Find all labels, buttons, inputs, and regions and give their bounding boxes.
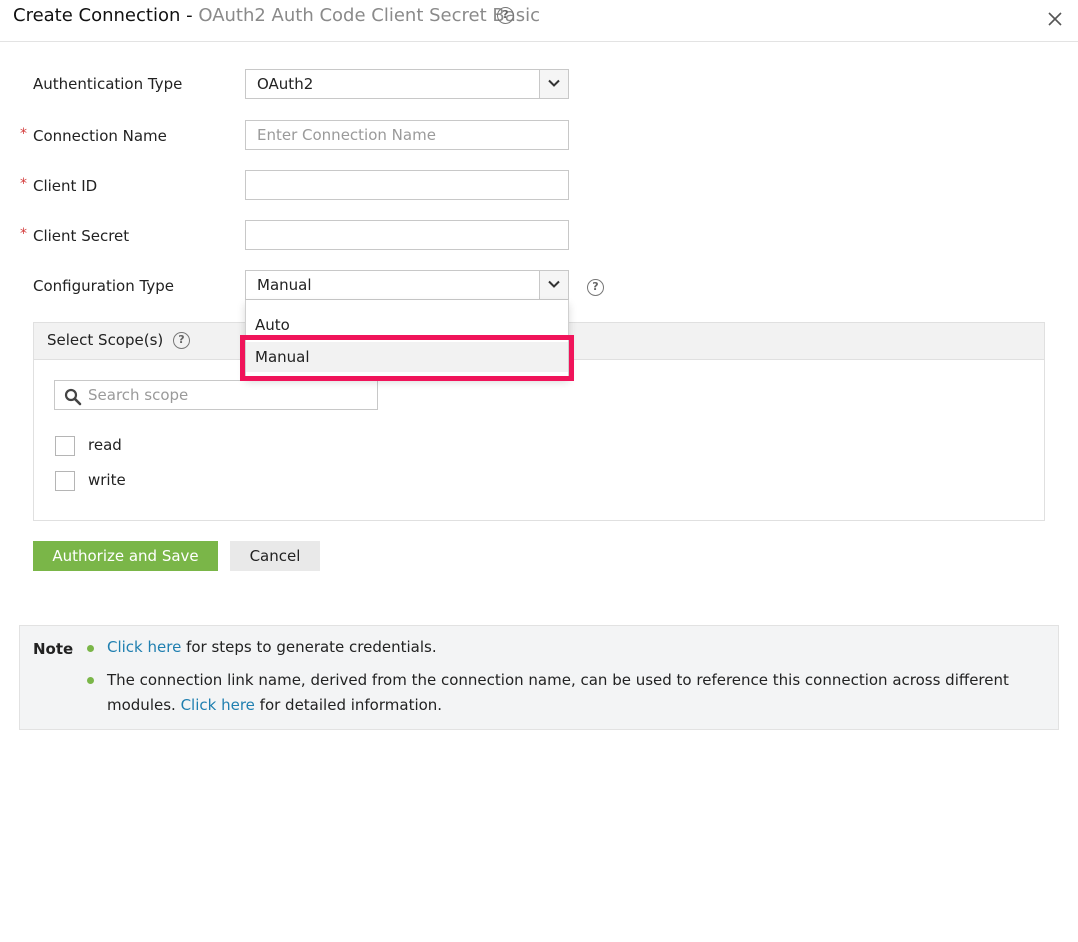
chevron-down-icon: [548, 79, 560, 87]
note-line-1: Click here for steps to generate credent…: [107, 638, 437, 656]
connection-name-label: Connection Name: [33, 127, 167, 145]
scope-search-input[interactable]: [88, 381, 374, 409]
client-id-input[interactable]: [245, 170, 569, 200]
config-type-value: Manual: [257, 276, 312, 294]
title-separator: -: [180, 5, 199, 26]
config-type-help-icon[interactable]: ?: [587, 279, 604, 296]
dialog-title: Create Connection - OAuth2 Auth Code Cli…: [13, 5, 540, 26]
note-panel: Note Click here for steps to generate cr…: [19, 625, 1059, 730]
connection-name-input[interactable]: [245, 120, 569, 150]
note-line-2b: modules. Click here for detailed informa…: [107, 696, 442, 714]
note-line-1-text: for steps to generate credentials.: [181, 638, 437, 656]
scope-checkbox-read[interactable]: [55, 436, 75, 456]
note-line-2a: The connection link name, derived from t…: [107, 671, 1009, 689]
scope-title: Select Scope(s): [47, 331, 164, 349]
note-line-2b-prefix: modules.: [107, 696, 181, 714]
search-icon: [64, 388, 82, 406]
config-type-dropdown-button[interactable]: [539, 271, 568, 299]
required-asterisk: *: [20, 126, 27, 142]
title-main: Create Connection: [13, 5, 181, 26]
title-subtitle: OAuth2 Auth Code Client Secret Basic: [198, 5, 541, 26]
bullet-icon: [87, 645, 94, 652]
details-help-link[interactable]: Click here: [181, 696, 255, 714]
auth-type-dropdown-button[interactable]: [539, 70, 568, 98]
credentials-help-link[interactable]: Click here: [107, 638, 181, 656]
client-secret-label: Client Secret: [33, 227, 130, 245]
scope-label-read: read: [88, 436, 122, 454]
config-type-select[interactable]: Manual: [245, 270, 569, 300]
required-asterisk: *: [20, 176, 27, 192]
scope-label-write: write: [88, 471, 126, 489]
bullet-icon: [87, 677, 94, 684]
dropdown-option-auto[interactable]: Auto: [246, 310, 568, 340]
scope-search-box[interactable]: [54, 380, 378, 410]
question-circle-icon[interactable]: ?: [497, 7, 514, 24]
config-type-label: Configuration Type: [33, 277, 174, 295]
authorize-and-save-button[interactable]: Authorize and Save: [33, 541, 218, 571]
note-line-2b-suffix: for detailed information.: [254, 696, 443, 714]
dialog-header: Create Connection - OAuth2 Auth Code Cli…: [0, 0, 1078, 42]
required-asterisk: *: [20, 226, 27, 242]
dropdown-option-manual[interactable]: Manual: [246, 342, 568, 372]
auth-type-select[interactable]: OAuth2: [245, 69, 569, 99]
auth-type-value: OAuth2: [257, 75, 314, 93]
scope-help-icon[interactable]: ?: [173, 332, 190, 349]
cancel-button[interactable]: Cancel: [230, 541, 320, 571]
scope-checkbox-write[interactable]: [55, 471, 75, 491]
client-secret-input[interactable]: [245, 220, 569, 250]
create-connection-dialog: Create Connection - OAuth2 Auth Code Cli…: [0, 0, 1078, 942]
chevron-down-icon: [548, 280, 560, 288]
config-type-dropdown-menu: Auto Manual: [245, 300, 569, 378]
close-icon[interactable]: [1045, 9, 1065, 29]
auth-type-label: Authentication Type: [33, 75, 183, 93]
note-title: Note: [33, 640, 74, 658]
client-id-label: Client ID: [33, 177, 98, 195]
